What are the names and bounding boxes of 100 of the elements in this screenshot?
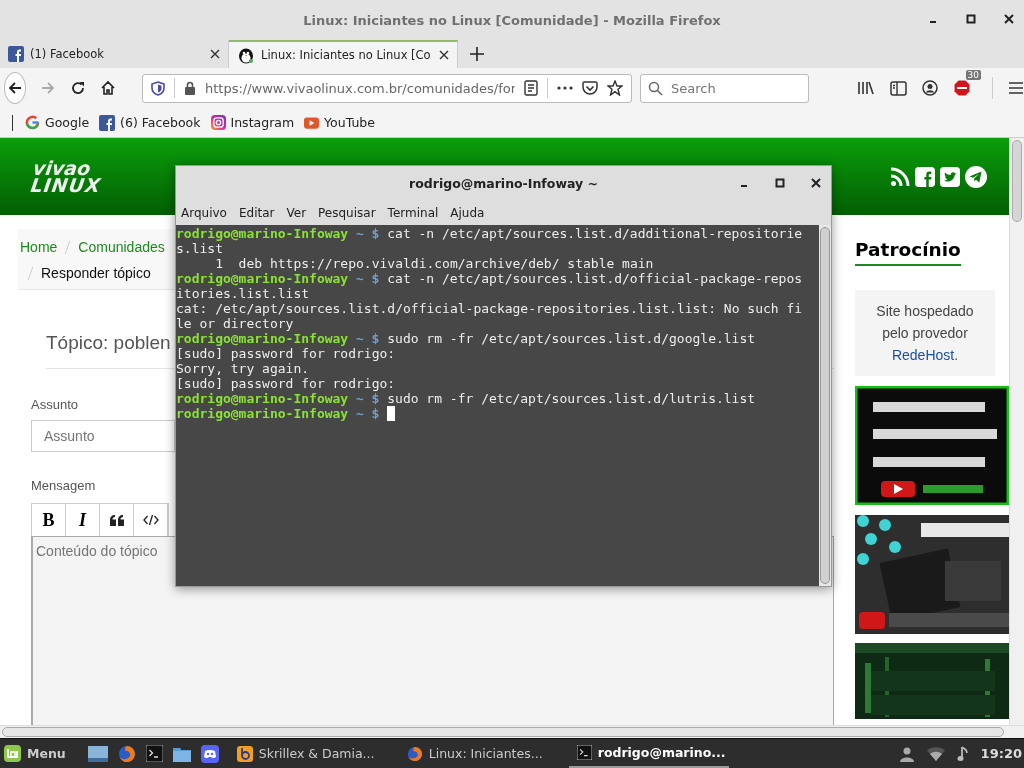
new-tab-icon[interactable] [470,47,484,61]
bookmark-link[interactable]: YouTube [304,115,375,130]
output-line: itories.list.list [176,286,310,301]
arrow-left-icon [7,80,23,96]
fox-globe-icon[interactable] [117,744,136,763]
menu-item[interactable]: Pesquisar [318,205,376,220]
pocket-icon[interactable] [582,80,598,96]
prompt-symbol: $ [371,226,380,241]
prompt-path: ~ [356,331,364,346]
folder-icon[interactable] [172,745,191,762]
taskbar-window-button[interactable]: Linux: Iniciantes... [398,739,559,768]
addon-badge: 30 [965,70,981,80]
sponsor-text: Site hospedado pelo provedor RedeHost. [875,302,975,365]
maximize-icon[interactable] [775,178,785,188]
command-text: sudo rm -fr /etc/apt/sources.list.d/google.list [387,331,756,346]
stop-sign-icon[interactable] [953,79,971,97]
taskbar-window-button[interactable]: Skrillex & Damia... [228,739,389,768]
field-label: Mensagem [31,478,96,493]
prompt-user: rodrigo@marino-Infoway [176,331,349,346]
bookmark-link[interactable]: (6) Facebook [99,114,201,131]
output-line: [sudo] password for rodrigo: [176,376,396,391]
menu-item[interactable]: Terminal [387,205,439,220]
prompt-user: rodrigo@marino-Infoway [176,406,349,421]
user-icon[interactable] [898,745,915,762]
bookmark-link[interactable]: Google [25,115,90,130]
prompt-path: ~ [356,406,364,421]
prompt-user: rodrigo@marino-Infoway [176,271,349,286]
quote-icon [109,514,124,526]
prompt-user: rodrigo@marino-Infoway [176,391,349,406]
search-field[interactable]: Search [640,73,809,103]
output-line: cat: /etc/apt/sources.list.d/official-package-repositories.list.list: No such fi [176,301,803,316]
output-line: [sudo] password for rodrigo: [176,346,396,361]
paper-plane-icon[interactable] [965,165,987,188]
facebook-icon[interactable] [915,166,935,187]
close-icon[interactable] [1004,14,1014,24]
start-menu-button[interactable]: Menu [4,745,66,762]
maximize-icon[interactable] [966,14,976,24]
menu-item[interactable]: Editar [238,205,275,220]
twitter-icon[interactable] [940,166,960,187]
breadcrumb-link[interactable]: Comunidades [78,239,165,255]
output-line: le or directory [176,316,294,331]
breadcrumb-current: Responder tópico [41,265,151,281]
prompt-symbol: $ [371,331,380,346]
leaf-logo-icon [4,745,21,762]
reload-icon[interactable] [70,80,86,96]
reader-view-icon[interactable] [524,80,538,96]
wifi-icon[interactable] [926,746,945,761]
clock[interactable]: 19:20 [980,746,1022,761]
more-icon[interactable] [557,86,573,90]
command-text: sudo rm -fr /etc/apt/sources.list.d/lutris.list [387,391,756,406]
output-line: 1 deb https://repo.vivaldi.com/archive/deb/ stable main [214,256,654,271]
prompt-symbol: $ [371,391,380,406]
browser-tab[interactable]: Linux: Iniciantes no Linux [Co [229,40,458,68]
account-icon[interactable] [922,80,938,96]
prompt-symbol: $ [371,271,380,286]
terminal-icon [576,745,592,760]
home-icon[interactable] [100,80,116,96]
rss-icon[interactable] [890,166,910,187]
window-title: Linux: Iniciantes no Linux [Comunidade] - Mozilla Firefox [303,12,721,28]
output-line: s.list [176,241,223,256]
field-label: Assunto [31,397,78,412]
library-icon[interactable] [857,80,875,96]
breadcrumb-link[interactable]: Home [20,239,58,255]
prompt-symbol: $ [371,406,380,421]
search-icon [648,80,663,96]
subject-field[interactable]: Assunto [31,420,175,452]
menu-item[interactable]: Ver [286,205,307,220]
command-text: cat -n /etc/apt/sources.list.d/official-package-repos [387,271,803,286]
facebook-icon [99,114,116,131]
facebook-icon [8,46,24,62]
taskbar-window-button[interactable]: rodrigo@marino... [568,739,729,768]
close-tab-icon[interactable] [439,50,449,60]
music-note-icon[interactable] [956,745,969,762]
close-tab-icon[interactable] [210,49,220,59]
vertical-scrollbar[interactable] [1009,138,1024,725]
player-icon [236,745,253,762]
prompt-path: ~ [356,226,364,241]
game-controller-icon[interactable] [200,744,219,763]
menu-icon[interactable] [1008,81,1024,95]
window-title: rodrigo@marino-Infoway ~ [409,175,598,191]
back-button[interactable] [4,72,26,104]
code-icon [142,514,159,526]
menu-item[interactable]: Arquivo [181,205,227,220]
terminal-icon[interactable] [145,745,163,762]
star-icon[interactable] [607,80,623,96]
sidebar-icon[interactable] [890,80,907,96]
prompt-path: ~ [356,271,364,286]
menu-item[interactable]: Ajuda [450,205,485,220]
close-icon[interactable] [811,178,821,188]
horizontal-scrollbar[interactable] [0,725,1024,738]
site-logo[interactable]: vivao LINUX [29,159,105,194]
command-text: cat -n /etc/apt/sources.list.d/additional-repositorie [387,226,803,241]
show-desktop-icon[interactable] [87,745,108,762]
instagram-icon [210,115,226,130]
penguin-icon [237,46,255,64]
google-icon [25,115,40,130]
terminal-scrollbar[interactable] [819,225,831,586]
fox-globe-icon [406,745,423,762]
bookmark-link[interactable]: Instagram [210,115,295,130]
prompt-user: rodrigo@marino-Infoway [176,226,349,241]
